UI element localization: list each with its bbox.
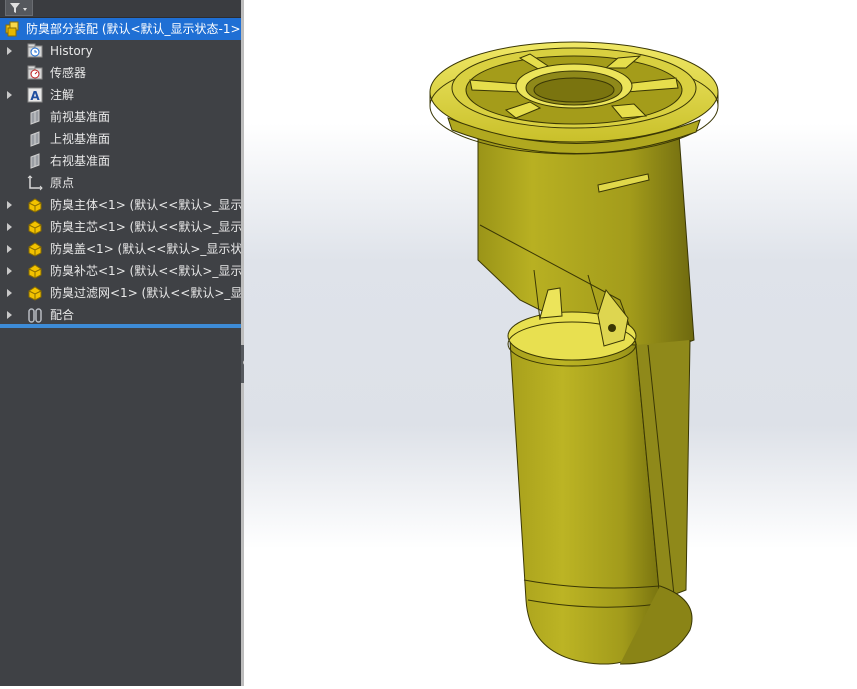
tree-item-history[interactable]: History (0, 40, 241, 62)
tree-item-top-plane[interactable]: 上视基准面 (0, 128, 241, 150)
feature-manager-panel: 防臭部分装配 (默认<默认_显示状态-1> History 传感器 A 注解 前… (0, 0, 241, 686)
filter-toolbar (0, 0, 241, 18)
part-icon (28, 198, 42, 213)
expand-arrow-icon[interactable] (7, 289, 12, 297)
graphics-viewport[interactable] (244, 0, 857, 686)
plane-icon (30, 153, 40, 169)
expand-arrow-icon[interactable] (7, 223, 12, 231)
tree-root-assembly[interactable]: 防臭部分装配 (默认<默认_显示状态-1> (0, 18, 241, 40)
expand-arrow-icon[interactable] (7, 267, 12, 275)
tree-item-part-body[interactable]: 防臭主体<1> (默认<<默认>_显示状 (0, 194, 241, 216)
part-icon (28, 264, 42, 279)
mates-icon (28, 308, 42, 323)
sensor-icon (27, 65, 43, 80)
history-icon (27, 43, 43, 58)
tree-item-label: 右视基准面 (50, 154, 111, 168)
origin-icon (27, 175, 43, 191)
tree-item-label: History (50, 44, 93, 58)
tree-item-label: 配合 (50, 308, 75, 322)
tree-item-front-plane[interactable]: 前视基准面 (0, 106, 241, 128)
annotation-icon: A (27, 87, 43, 103)
tree-item-label: 防臭过滤网<1> (默认<<默认>_显示 (50, 286, 241, 300)
tree-item-label: 传感器 (50, 66, 87, 80)
body-canister (509, 339, 661, 665)
expand-arrow-icon[interactable] (7, 311, 12, 319)
filter-button[interactable] (5, 0, 33, 16)
tree-item-mates[interactable]: 配合 (0, 304, 241, 326)
part-icon (28, 242, 42, 257)
tree-item-label: 上视基准面 (50, 132, 111, 146)
tree-item-part-core[interactable]: 防臭主芯<1> (默认<<默认>_显示状 (0, 216, 241, 238)
tree-item-part-cover[interactable]: 防臭盖<1> (默认<<默认>_显示状态 (0, 238, 241, 260)
expand-arrow-icon[interactable] (7, 91, 12, 99)
panel-divider (0, 324, 241, 328)
3d-model[interactable] (244, 0, 857, 686)
expand-arrow-icon[interactable] (7, 47, 12, 55)
tree-item-label: 防臭主芯<1> (默认<<默认>_显示状 (50, 220, 241, 234)
filter-icon (10, 3, 27, 13)
tree-item-label: 防臭主体<1> (默认<<默认>_显示状 (50, 198, 241, 212)
tree-item-sensors[interactable]: 传感器 (0, 62, 241, 84)
tree-item-part-insert[interactable]: 防臭补芯<1> (默认<<默认>_显示状 (0, 260, 241, 282)
tree-item-label: 原点 (50, 176, 75, 190)
tree-item-right-plane[interactable]: 右视基准面 (0, 150, 241, 172)
plane-icon (30, 131, 40, 147)
tree-item-label: 注解 (50, 88, 75, 102)
part-icon (28, 220, 42, 235)
tree-item-annotations[interactable]: A 注解 (0, 84, 241, 106)
tree-item-label: 防臭盖<1> (默认<<默认>_显示状态 (50, 242, 241, 256)
expand-arrow-icon[interactable] (7, 245, 12, 253)
tree-item-label: 前视基准面 (50, 110, 111, 124)
expand-arrow-icon[interactable] (7, 201, 12, 209)
tree-item-origin[interactable]: 原点 (0, 172, 241, 194)
tree-item-label: 防臭补芯<1> (默认<<默认>_显示状 (50, 264, 241, 278)
plane-icon (30, 109, 40, 125)
part-icon (28, 286, 42, 301)
svg-text:A: A (30, 89, 40, 103)
assembly-icon (5, 21, 19, 37)
tree-root-label: 防臭部分装配 (默认<默认_显示状态-1> (26, 22, 241, 36)
tree-item-part-filter[interactable]: 防臭过滤网<1> (默认<<默认>_显示 (0, 282, 241, 304)
